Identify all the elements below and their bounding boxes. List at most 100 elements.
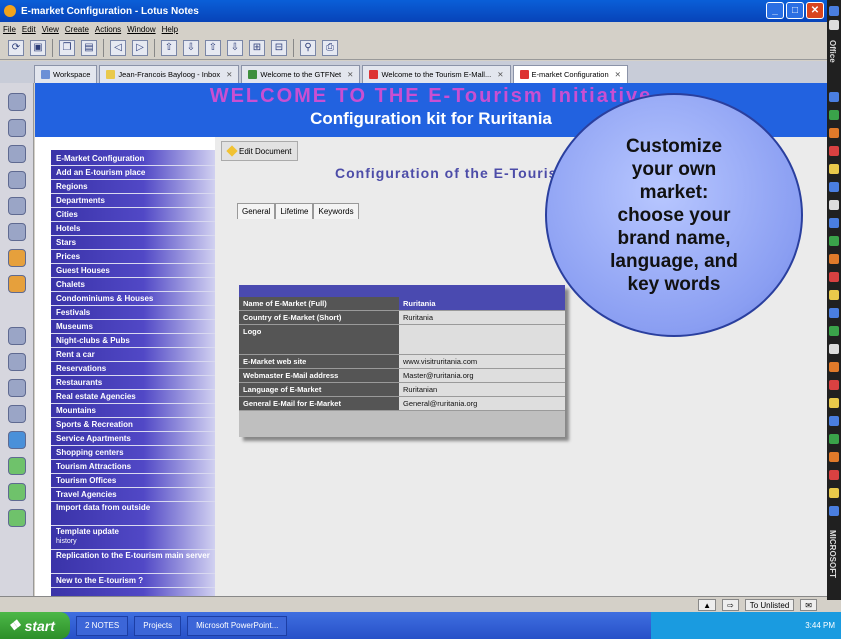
logo-field[interactable] [399, 325, 565, 354]
nav-item-departments[interactable]: Departments [51, 194, 219, 208]
office-app-icon[interactable] [829, 326, 839, 336]
office-app-icon[interactable] [829, 506, 839, 516]
tab-workspace[interactable]: Workspace [34, 65, 98, 83]
office-app-icon[interactable] [829, 254, 839, 264]
nav-item-import-data[interactable]: Import data from outside [51, 502, 219, 526]
country-select[interactable]: Ruritania [399, 311, 565, 324]
nav-item-regions[interactable]: Regions [51, 180, 219, 194]
favorites-bookmark-icon[interactable] [8, 249, 26, 267]
office-app-icon[interactable] [829, 398, 839, 408]
tab-inbox[interactable]: Jean-Francois Bayloog - Inbox ✕ [99, 65, 240, 83]
replicator-bookmark-icon[interactable] [8, 197, 26, 215]
nav-item-prices[interactable]: Prices [51, 250, 219, 264]
nav-item-template-update[interactable]: Template update history [51, 526, 219, 550]
close-tab-icon[interactable]: ✕ [347, 70, 353, 79]
tab-tourism-emall[interactable]: Welcome to the Tourism E-Mall... ✕ [362, 65, 511, 83]
taskbar-button-projects[interactable]: Projects [134, 615, 182, 636]
nav-item-night-clubs[interactable]: Night-clubs & Pubs [51, 334, 219, 348]
nav-item-add-place[interactable]: Add an E-tourism place [51, 166, 219, 180]
people-bookmark-icon[interactable] [8, 457, 26, 475]
nav-item-shopping-centers[interactable]: Shopping centers [51, 446, 219, 460]
up-arrow-icon[interactable]: ⇧ [161, 39, 177, 56]
close-tab-icon[interactable]: ✕ [497, 70, 503, 79]
website-field[interactable]: www.visitruritania.com [399, 355, 565, 368]
refresh-icon[interactable]: ⟳ [8, 39, 24, 56]
todo-bookmark-icon[interactable] [8, 171, 26, 189]
powerpoint-icon[interactable] [829, 128, 839, 138]
minimize-button[interactable]: _ [766, 2, 784, 19]
menu-create[interactable]: Create [65, 25, 89, 34]
tab-general[interactable]: General [237, 203, 276, 219]
nav-item-condominiums[interactable]: Condominiums & Houses [51, 292, 219, 306]
menu-actions[interactable]: Actions [95, 25, 121, 34]
menu-help[interactable]: Help [162, 25, 178, 34]
office-app-icon[interactable] [829, 20, 839, 30]
nav-item-festivals[interactable]: Festivals [51, 306, 219, 320]
edit-document-button[interactable]: Edit Document [221, 141, 299, 161]
nav-item-emarket-configuration[interactable]: E-Market Configuration [51, 152, 219, 166]
tab-gtfnet[interactable]: Welcome to the GTFNet ✕ [241, 65, 361, 83]
office-app-icon[interactable] [829, 452, 839, 462]
menu-window[interactable]: Window [127, 25, 155, 34]
people-bookmark-icon[interactable] [8, 483, 26, 501]
folder-bookmark-icon[interactable] [8, 327, 26, 345]
office-app-icon[interactable] [829, 416, 839, 426]
nav-item-tourism-attractions[interactable]: Tourism Attractions [51, 460, 219, 474]
access-icon[interactable] [829, 146, 839, 156]
office-app-icon[interactable] [829, 470, 839, 480]
inbox-status-icon[interactable]: ✉ [800, 598, 817, 611]
search-binoculars-icon[interactable]: ⚲ [300, 39, 316, 56]
history-bookmark-icon[interactable] [8, 275, 26, 293]
forward-arrow-icon[interactable]: ▷ [132, 39, 148, 56]
emarket-name-field[interactable]: Ruritania [399, 297, 565, 310]
globe-bookmark-icon[interactable] [8, 431, 26, 449]
up-arrow-icon[interactable]: ⇧ [205, 39, 221, 56]
nav-item-reservations[interactable]: Reservations [51, 362, 219, 376]
folder-bookmark-icon[interactable] [8, 379, 26, 397]
office-app-icon[interactable] [829, 362, 839, 372]
status-arrow-icon[interactable]: ▲ [698, 598, 717, 611]
nav-item-real-estate[interactable]: Real estate Agencies [51, 390, 219, 404]
expand-icon[interactable]: ⊞ [249, 39, 265, 56]
tab-lifetime[interactable]: Lifetime [275, 203, 314, 219]
office-app-icon[interactable] [829, 380, 839, 390]
back-arrow-icon[interactable]: ◁ [110, 39, 126, 56]
general-email-field[interactable]: General@ruritania.org [399, 397, 565, 410]
nav-item-service-apartments[interactable]: Service Apartments [51, 432, 219, 446]
close-button[interactable]: ✕ [806, 2, 824, 19]
close-tab-icon[interactable]: ✕ [226, 70, 232, 79]
menu-edit[interactable]: Edit [22, 25, 36, 34]
office-app-icon[interactable] [829, 290, 839, 300]
start-button[interactable]: ❖ start [0, 612, 70, 639]
webmaster-email-field[interactable]: Master@ruritania.org [399, 369, 565, 382]
tab-emarket-configuration[interactable]: E-market Configuration ✕ [512, 65, 628, 83]
copy-icon[interactable]: ❐ [59, 39, 75, 56]
language-field[interactable]: Ruritanian [399, 383, 565, 396]
folder-bookmark-icon[interactable] [8, 405, 26, 423]
save-icon[interactable]: ▣ [30, 39, 46, 56]
nav-item-restaurants[interactable]: Restaurants [51, 376, 219, 390]
office-app-icon[interactable] [829, 488, 839, 498]
maximize-button[interactable]: □ [786, 2, 804, 19]
databases-bookmark-icon[interactable] [8, 223, 26, 241]
excel-icon[interactable] [829, 110, 839, 120]
word-icon[interactable] [829, 92, 839, 102]
status-indicator-icon[interactable]: ⇨ [722, 598, 739, 611]
contacts-bookmark-icon[interactable] [8, 145, 26, 163]
tab-keywords[interactable]: Keywords [313, 203, 359, 219]
office-app-icon[interactable] [829, 272, 839, 282]
nav-item-stars[interactable]: Stars [51, 236, 219, 250]
nav-item-new-to-etourism[interactable]: New to the E-tourism ? [51, 574, 219, 588]
down-arrow-icon[interactable]: ⇩ [183, 39, 199, 56]
office-app-icon[interactable] [829, 344, 839, 354]
nav-item-replication[interactable]: Replication to the E-tourism main server [51, 550, 219, 574]
nav-item-mountains[interactable]: Mountains [51, 404, 219, 418]
outlook-icon[interactable] [829, 164, 839, 174]
people-bookmark-icon[interactable] [8, 509, 26, 527]
close-tab-icon[interactable]: ✕ [615, 70, 621, 79]
nav-item-travel-agencies[interactable]: Travel Agencies [51, 488, 219, 502]
nav-item-rent-a-car[interactable]: Rent a car [51, 348, 219, 362]
nav-item-chalets[interactable]: Chalets [51, 278, 219, 292]
office-app-icon[interactable] [829, 434, 839, 444]
print-icon[interactable]: ⎙ [322, 39, 338, 56]
